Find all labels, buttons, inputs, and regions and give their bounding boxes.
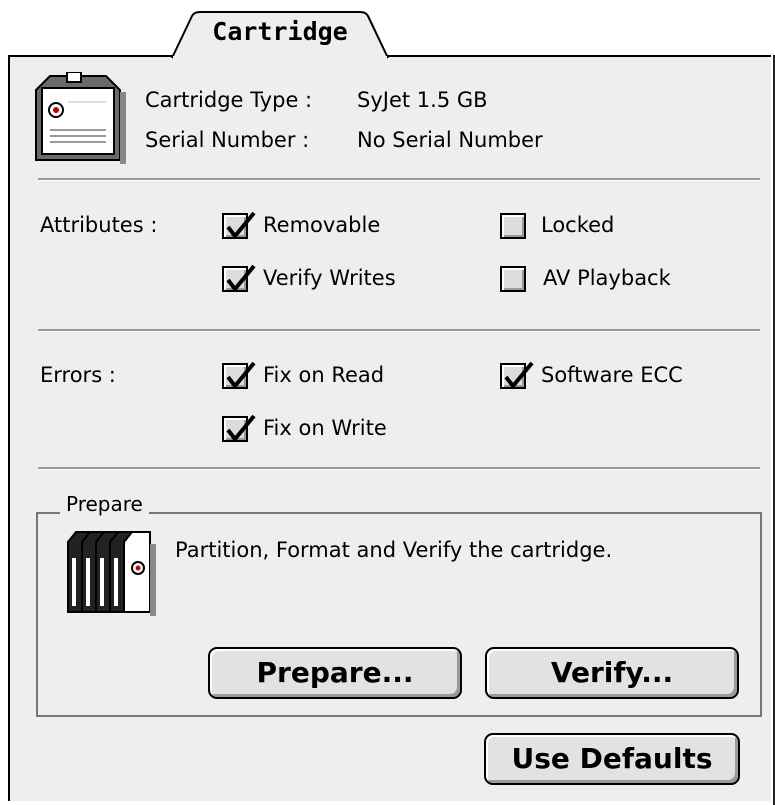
verify-writes-label[interactable]: Verify Writes [263, 266, 396, 290]
use-defaults-button[interactable]: Use Defaults [484, 733, 740, 785]
divider-2 [38, 329, 760, 332]
verify-writes-checkbox[interactable] [222, 264, 256, 293]
divider-3 [38, 467, 760, 470]
checkmark-icon [226, 264, 256, 293]
checkmark-icon [504, 361, 534, 390]
locked-checkbox[interactable] [500, 213, 526, 239]
locked-label[interactable]: Locked [541, 213, 614, 237]
errors-label: Errors : [40, 363, 116, 387]
multiple-cartridges-icon [67, 531, 156, 616]
checkmark-icon [226, 211, 256, 240]
av-playback-label[interactable]: AV Playback [543, 266, 671, 290]
fix-on-read-label[interactable]: Fix on Read [263, 363, 384, 387]
checkmark-icon [226, 414, 256, 443]
removable-label[interactable]: Removable [263, 213, 380, 237]
verify-button[interactable]: Verify... [485, 647, 739, 699]
prepare-description: Partition, Format and Verify the cartrid… [175, 538, 613, 562]
fix-on-read-checkbox[interactable] [222, 361, 256, 390]
av-playback-checkbox[interactable] [500, 266, 526, 292]
cartridge-type-value: SyJet 1.5 GB [357, 88, 488, 112]
software-ecc-checkbox[interactable] [500, 361, 534, 390]
serial-number-value: No Serial Number [357, 128, 543, 152]
cartridge-type-label: Cartridge Type : [145, 88, 313, 112]
divider-1 [38, 178, 760, 181]
tab-cartridge[interactable]: Cartridge [200, 17, 360, 46]
checkmark-icon [226, 361, 256, 390]
fix-on-write-checkbox[interactable] [222, 414, 256, 443]
attributes-label: Attributes : [40, 213, 158, 237]
removable-checkbox[interactable] [222, 211, 256, 240]
serial-number-label: Serial Number : [145, 128, 310, 152]
fix-on-write-label[interactable]: Fix on Write [263, 416, 387, 440]
cartridge-icon [35, 72, 126, 164]
prepare-group-title: Prepare [60, 492, 149, 516]
prepare-button[interactable]: Prepare... [208, 647, 462, 699]
software-ecc-label[interactable]: Software ECC [541, 363, 683, 387]
